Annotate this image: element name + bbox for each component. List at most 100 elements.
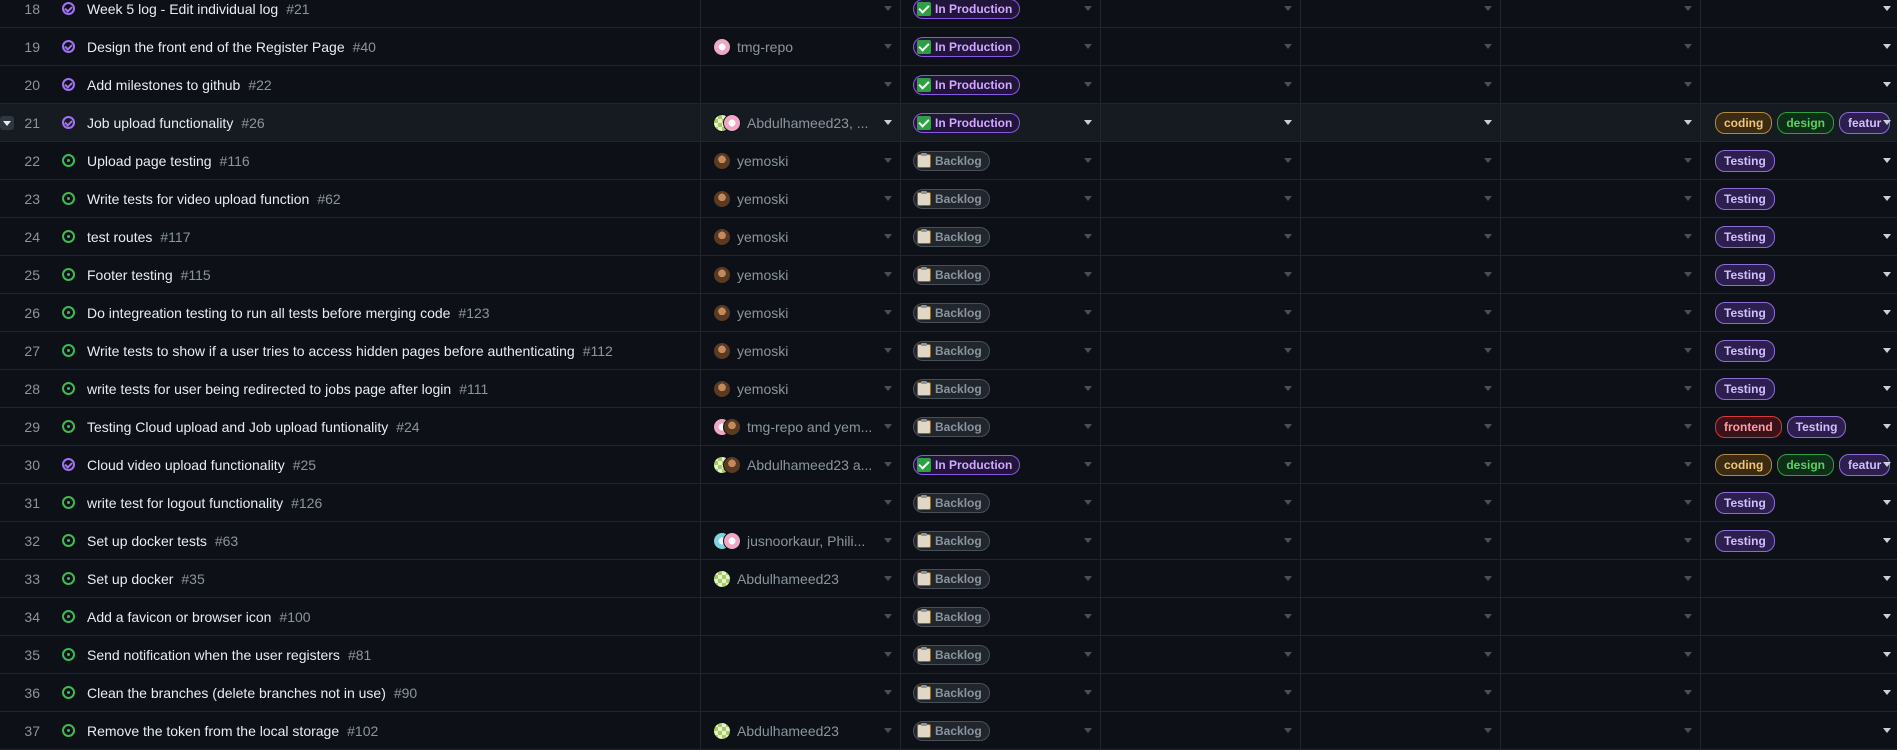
field-dropdown-caret[interactable] <box>1284 614 1292 619</box>
assignees-cell[interactable]: yemoski <box>701 256 901 293</box>
status-dropdown-caret[interactable] <box>1084 424 1092 429</box>
assignees-cell[interactable] <box>701 0 901 27</box>
issue-number[interactable]: #100 <box>279 609 310 625</box>
issue-number[interactable]: #63 <box>215 533 238 549</box>
issue-title[interactable]: Footer testing <box>87 267 173 283</box>
empty-field-cell[interactable] <box>1301 66 1501 103</box>
empty-field-cell[interactable] <box>1301 674 1501 711</box>
table-row[interactable]: 24 test routes #117 yemoski Backlog Testing <box>0 218 1897 256</box>
empty-field-cell[interactable] <box>1301 408 1501 445</box>
assignees-dropdown-caret[interactable] <box>884 44 892 49</box>
labels-cell[interactable]: Testing <box>1701 484 1897 521</box>
empty-field-cell[interactable] <box>1101 218 1301 255</box>
empty-field-cell[interactable] <box>1301 0 1501 27</box>
field-dropdown-caret[interactable] <box>1684 82 1692 87</box>
issue-number[interactable]: #116 <box>220 153 250 169</box>
field-dropdown-caret[interactable] <box>1684 386 1692 391</box>
labels-cell[interactable]: Testing <box>1701 142 1897 179</box>
labels-dropdown-caret[interactable] <box>1883 44 1891 49</box>
title-cell[interactable]: Design the front end of the Register Pag… <box>48 28 701 65</box>
field-dropdown-caret[interactable] <box>1484 196 1492 201</box>
issue-title[interactable]: Set up docker tests <box>87 533 207 549</box>
table-row[interactable]: 18 Week 5 log - Edit individual log #21 In … <box>0 0 1897 28</box>
table-row[interactable]: 36 Clean the branches (delete branches no… <box>0 674 1897 712</box>
empty-field-cell[interactable] <box>1501 180 1701 217</box>
assignees-cell[interactable] <box>701 66 901 103</box>
empty-field-cell[interactable] <box>1301 522 1501 559</box>
status-cell[interactable]: In Production <box>901 28 1101 65</box>
field-dropdown-caret[interactable] <box>1484 614 1492 619</box>
issue-number[interactable]: #117 <box>160 229 190 245</box>
labels-dropdown-caret[interactable] <box>1883 272 1891 277</box>
empty-field-cell[interactable] <box>1101 66 1301 103</box>
labels-cell[interactable] <box>1701 636 1897 673</box>
issue-title[interactable]: Testing Cloud upload and Job upload funt… <box>87 419 388 435</box>
status-dropdown-caret[interactable] <box>1084 82 1092 87</box>
issue-title[interactable]: Add milestones to github <box>87 77 240 93</box>
empty-field-cell[interactable] <box>1101 28 1301 65</box>
title-cell[interactable]: write tests for user being redirected to… <box>48 370 701 407</box>
status-cell[interactable]: Backlog <box>901 674 1101 711</box>
labels-cell[interactable]: Testing <box>1701 370 1897 407</box>
field-dropdown-caret[interactable] <box>1684 120 1692 125</box>
title-cell[interactable]: Set up docker #35 <box>48 560 701 597</box>
table-row[interactable]: 25 Footer testing #115 yemoski Backlog Testin… <box>0 256 1897 294</box>
table-row[interactable]: 33 Set up docker #35 Abdulhameed23 Backlog <box>0 560 1897 598</box>
field-dropdown-caret[interactable] <box>1284 462 1292 467</box>
assignees-cell[interactable] <box>701 674 901 711</box>
field-dropdown-caret[interactable] <box>1484 500 1492 505</box>
field-dropdown-caret[interactable] <box>1284 348 1292 353</box>
status-cell[interactable]: Backlog <box>901 522 1101 559</box>
table-row[interactable]: 26 Do integreation testing to run all tes… <box>0 294 1897 332</box>
empty-field-cell[interactable] <box>1101 256 1301 293</box>
assignees-dropdown-caret[interactable] <box>884 500 892 505</box>
field-dropdown-caret[interactable] <box>1284 82 1292 87</box>
labels-cell[interactable] <box>1701 598 1897 635</box>
empty-field-cell[interactable] <box>1101 674 1301 711</box>
empty-field-cell[interactable] <box>1101 636 1301 673</box>
empty-field-cell[interactable] <box>1101 332 1301 369</box>
labels-dropdown-caret[interactable] <box>1883 728 1891 733</box>
empty-field-cell[interactable] <box>1301 142 1501 179</box>
empty-field-cell[interactable] <box>1301 598 1501 635</box>
field-dropdown-caret[interactable] <box>1684 462 1692 467</box>
assignees-dropdown-caret[interactable] <box>884 234 892 239</box>
issue-number[interactable]: #90 <box>394 685 417 701</box>
status-cell[interactable]: Backlog <box>901 484 1101 521</box>
status-dropdown-caret[interactable] <box>1084 500 1092 505</box>
title-cell[interactable]: Add milestones to github #22 <box>48 66 701 103</box>
table-row[interactable]: 27 Write tests to show if a user tries to… <box>0 332 1897 370</box>
labels-cell[interactable] <box>1701 674 1897 711</box>
issue-number[interactable]: #26 <box>241 115 264 131</box>
table-row[interactable]: 20 Add milestones to github #22 In Producti… <box>0 66 1897 104</box>
field-dropdown-caret[interactable] <box>1684 348 1692 353</box>
title-cell[interactable]: test routes #117 <box>48 218 701 255</box>
status-cell[interactable]: Backlog <box>901 256 1101 293</box>
issue-number[interactable]: #102 <box>347 723 378 739</box>
status-dropdown-caret[interactable] <box>1084 690 1092 695</box>
issue-number[interactable]: #40 <box>353 39 376 55</box>
empty-field-cell[interactable] <box>1501 370 1701 407</box>
empty-field-cell[interactable] <box>1501 218 1701 255</box>
empty-field-cell[interactable] <box>1501 104 1701 141</box>
title-cell[interactable]: Footer testing #115 <box>48 256 701 293</box>
empty-field-cell[interactable] <box>1301 370 1501 407</box>
assignees-dropdown-caret[interactable] <box>884 652 892 657</box>
labels-cell[interactable] <box>1701 28 1897 65</box>
assignees-dropdown-caret[interactable] <box>884 538 892 543</box>
empty-field-cell[interactable] <box>1101 560 1301 597</box>
assignees-dropdown-caret[interactable] <box>884 6 892 11</box>
assignees-cell[interactable]: yemoski <box>701 218 901 255</box>
empty-field-cell[interactable] <box>1501 598 1701 635</box>
empty-field-cell[interactable] <box>1301 256 1501 293</box>
title-cell[interactable]: Write tests for video upload function #62 <box>48 180 701 217</box>
status-cell[interactable]: In Production <box>901 66 1101 103</box>
issue-number[interactable]: #62 <box>317 191 340 207</box>
empty-field-cell[interactable] <box>1501 636 1701 673</box>
field-dropdown-caret[interactable] <box>1484 44 1492 49</box>
empty-field-cell[interactable] <box>1101 180 1301 217</box>
status-dropdown-caret[interactable] <box>1084 576 1092 581</box>
field-dropdown-caret[interactable] <box>1684 272 1692 277</box>
status-cell[interactable]: Backlog <box>901 408 1101 445</box>
labels-cell[interactable]: Testing <box>1701 218 1897 255</box>
